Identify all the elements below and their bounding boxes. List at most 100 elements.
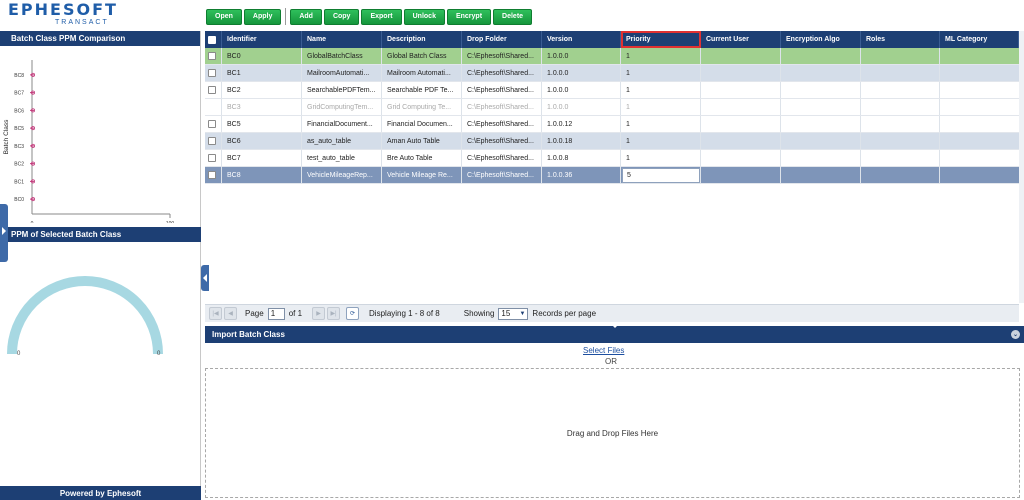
- cell-ml-category[interactable]: [940, 133, 1019, 149]
- row-checkbox[interactable]: [205, 167, 222, 183]
- refresh-icon[interactable]: ⟳: [346, 307, 360, 320]
- cell-description[interactable]: Vehicle Mileage Re...: [382, 167, 462, 183]
- cell-version[interactable]: 1.0.0.8: [542, 150, 621, 166]
- cell-roles[interactable]: [861, 48, 940, 64]
- cell-description[interactable]: Grid Computing Te...: [382, 99, 462, 115]
- cell-drop-folder[interactable]: C:\Ephesoft\Shared...: [462, 133, 542, 149]
- cell-current-user[interactable]: [701, 99, 781, 115]
- header-roles[interactable]: Roles: [861, 31, 940, 48]
- header-drop-folder[interactable]: Drop Folder: [462, 31, 542, 48]
- row-checkbox[interactable]: [205, 48, 222, 64]
- unlock-button[interactable]: Unlock: [403, 8, 445, 25]
- cell-priority[interactable]: 1: [621, 99, 701, 115]
- table-row[interactable]: BC6 as_auto_table Aman Auto Table C:\Epheso…: [205, 133, 1019, 150]
- cell-description[interactable]: Aman Auto Table: [382, 133, 462, 149]
- row-checkbox[interactable]: [205, 82, 222, 98]
- cell-description[interactable]: Bre Auto Table: [382, 150, 462, 166]
- page-number-input[interactable]: 1: [267, 307, 285, 320]
- cell-version[interactable]: 1.0.0.12: [542, 116, 621, 132]
- cell-current-user[interactable]: [701, 133, 781, 149]
- row-checkbox[interactable]: [205, 150, 222, 166]
- table-row[interactable]: BC7 test_auto_table Bre Auto Table C:\Ephes…: [205, 150, 1019, 167]
- grid-scrollbar[interactable]: [1019, 31, 1024, 303]
- row-select-checkbox[interactable]: [208, 137, 216, 145]
- header-select-all[interactable]: [205, 31, 222, 48]
- cell-encryption-algo[interactable]: [781, 167, 861, 183]
- row-select-checkbox[interactable]: [208, 120, 216, 128]
- select-all-checkbox[interactable]: [208, 35, 216, 44]
- table-row[interactable]: BC1 MailroomAutomati... Mailroom Automati.…: [205, 65, 1019, 82]
- cell-priority[interactable]: 1: [621, 116, 701, 132]
- cell-current-user[interactable]: [701, 48, 781, 64]
- cell-identifier[interactable]: BC5: [222, 116, 302, 132]
- cell-current-user[interactable]: [701, 82, 781, 98]
- cell-current-user[interactable]: [701, 65, 781, 81]
- expand-side-tab[interactable]: [0, 204, 8, 262]
- row-checkbox[interactable]: [205, 99, 222, 115]
- table-row[interactable]: BC8 VehicleMileageRep... Vehicle Mileage R…: [205, 167, 1019, 184]
- row-select-checkbox[interactable]: [208, 154, 216, 162]
- open-button[interactable]: Open: [206, 8, 242, 25]
- cell-version[interactable]: 1.0.0.36: [542, 167, 621, 183]
- cell-version[interactable]: 1.0.0.18: [542, 133, 621, 149]
- cell-identifier[interactable]: BC8: [222, 167, 302, 183]
- copy-button[interactable]: Copy: [323, 8, 360, 25]
- cell-drop-folder[interactable]: C:\Ephesoft\Shared...: [462, 48, 542, 64]
- cell-name[interactable]: GlobalBatchClass: [302, 48, 382, 64]
- cell-encryption-algo[interactable]: [781, 65, 861, 81]
- cell-priority[interactable]: 5: [621, 167, 701, 183]
- cell-drop-folder[interactable]: C:\Ephesoft\Shared...: [462, 99, 542, 115]
- cell-identifier[interactable]: BC2: [222, 82, 302, 98]
- cell-roles[interactable]: [861, 82, 940, 98]
- file-drop-zone[interactable]: Drag and Drop Files Here: [205, 368, 1020, 498]
- header-priority[interactable]: Priority: [621, 31, 701, 48]
- cell-name[interactable]: VehicleMileageRep...: [302, 167, 382, 183]
- import-toggle-icon[interactable]: [606, 322, 624, 330]
- select-files-link[interactable]: Select Files: [583, 346, 624, 355]
- cell-version[interactable]: 1.0.0.0: [542, 65, 621, 81]
- cell-roles[interactable]: [861, 99, 940, 115]
- cell-identifier[interactable]: BC7: [222, 150, 302, 166]
- cell-drop-folder[interactable]: C:\Ephesoft\Shared...: [462, 65, 542, 81]
- cell-ml-category[interactable]: [940, 150, 1019, 166]
- cell-description[interactable]: Global Batch Class: [382, 48, 462, 64]
- collapse-left-panel-tab[interactable]: [201, 265, 209, 291]
- cell-name[interactable]: FinancialDocument...: [302, 116, 382, 132]
- collapse-import-icon[interactable]: ⌄: [1011, 330, 1020, 339]
- row-checkbox[interactable]: [205, 116, 222, 132]
- cell-ml-category[interactable]: [940, 167, 1019, 183]
- table-row[interactable]: BC2 SearchablePDFTem... Searchable PDF Te.…: [205, 82, 1019, 99]
- row-select-checkbox[interactable]: [208, 86, 216, 94]
- cell-priority[interactable]: 1: [621, 65, 701, 81]
- row-select-checkbox[interactable]: [208, 69, 216, 77]
- cell-version[interactable]: 1.0.0.0: [542, 48, 621, 64]
- cell-priority[interactable]: 1: [621, 82, 701, 98]
- header-encryption-algo[interactable]: Encryption Algo: [781, 31, 861, 48]
- cell-encryption-algo[interactable]: [781, 150, 861, 166]
- cell-description[interactable]: Mailroom Automati...: [382, 65, 462, 81]
- cell-name[interactable]: as_auto_table: [302, 133, 382, 149]
- cell-version[interactable]: 1.0.0.0: [542, 82, 621, 98]
- next-page-button[interactable]: ▶: [312, 307, 326, 320]
- add-button[interactable]: Add: [290, 8, 322, 25]
- cell-encryption-algo[interactable]: [781, 82, 861, 98]
- cell-roles[interactable]: [861, 116, 940, 132]
- cell-priority[interactable]: 1: [621, 150, 701, 166]
- cell-name[interactable]: MailroomAutomati...: [302, 65, 382, 81]
- cell-encryption-algo[interactable]: [781, 116, 861, 132]
- cell-priority[interactable]: 1: [621, 48, 701, 64]
- header-ml-category[interactable]: ML Category: [940, 31, 1019, 48]
- header-name[interactable]: Name: [302, 31, 382, 48]
- header-current-user[interactable]: Current User: [701, 31, 781, 48]
- cell-description[interactable]: Financial Documen...: [382, 116, 462, 132]
- encrypt-button[interactable]: Encrypt: [446, 8, 492, 25]
- delete-button[interactable]: Delete: [493, 8, 533, 25]
- header-description[interactable]: Description: [382, 31, 462, 48]
- cell-ml-category[interactable]: [940, 99, 1019, 115]
- cell-encryption-algo[interactable]: [781, 99, 861, 115]
- prev-page-button[interactable]: ◀: [224, 307, 237, 320]
- row-checkbox[interactable]: [205, 65, 222, 81]
- records-per-page-select[interactable]: 15 ▼: [498, 307, 529, 320]
- cell-roles[interactable]: [861, 150, 940, 166]
- apply-button[interactable]: Apply: [243, 8, 282, 25]
